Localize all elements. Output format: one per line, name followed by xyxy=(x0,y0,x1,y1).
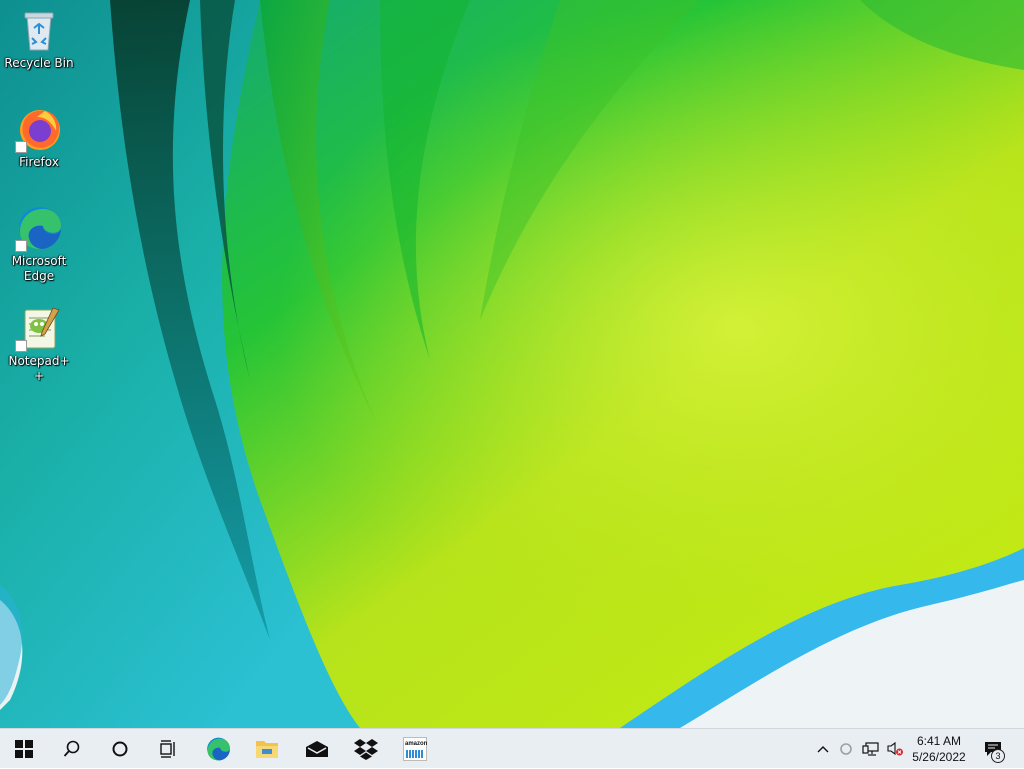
action-center-button[interactable] xyxy=(978,729,1008,769)
search-button[interactable] xyxy=(48,729,96,769)
folder-icon xyxy=(256,741,278,758)
desktop-icon-firefox[interactable]: Firefox xyxy=(4,105,74,170)
sync-circle-icon xyxy=(840,743,852,755)
recycle-bin-icon xyxy=(15,6,63,54)
show-hidden-icons-button[interactable] xyxy=(812,729,834,769)
taskbar-mail-button[interactable] xyxy=(293,729,341,769)
shortcut-arrow-icon xyxy=(15,141,27,153)
wallpaper xyxy=(0,0,1024,728)
search-icon xyxy=(63,740,80,757)
show-desktop-button[interactable] xyxy=(1014,729,1024,769)
taskbar-amazon-button[interactable]: amazon xyxy=(391,729,439,769)
edge-icon xyxy=(207,737,230,761)
network-icon xyxy=(862,742,879,756)
desktop-icon-microsoft-edge[interactable]: Microsoft Edge xyxy=(4,204,74,284)
taskbar-edge-button[interactable] xyxy=(194,729,242,769)
notification-count-badge: 3 xyxy=(991,749,1005,763)
firefox-icon xyxy=(15,105,63,153)
start-button[interactable] xyxy=(0,729,48,769)
desktop-icon-label: Notepad++ xyxy=(8,354,70,383)
amazon-icon: amazon xyxy=(403,737,427,761)
taskbar: amazon 6:41 AM 5/26/2022 xyxy=(0,728,1024,768)
desktop[interactable]: Recycle Bin Firefox Microsoft Edge Notep… xyxy=(0,0,1024,728)
windows-logo-icon xyxy=(15,740,33,758)
desktop-icon-notepad-plus-plus[interactable]: Notepad++ xyxy=(4,304,74,384)
chevron-up-icon xyxy=(817,746,829,753)
tray-sync-button[interactable] xyxy=(836,729,856,769)
desktop-icon-label: Recycle Bin xyxy=(4,56,74,70)
taskbar-dropbox-button[interactable] xyxy=(342,729,390,769)
cortana-circle-icon xyxy=(112,741,128,757)
dropbox-icon xyxy=(354,739,378,760)
desktop-icon-label: Firefox xyxy=(19,155,59,169)
shortcut-arrow-icon xyxy=(15,340,27,352)
tray-network-button[interactable] xyxy=(860,729,882,769)
task-view-button[interactable] xyxy=(144,729,192,769)
clock-time: 6:41 AM xyxy=(916,734,962,748)
clock-date: 5/26/2022 xyxy=(912,750,966,764)
tray-volume-button[interactable] xyxy=(884,729,906,769)
notepad-plus-plus-icon xyxy=(15,304,63,352)
desktop-icon-label: Microsoft Edge xyxy=(11,254,67,283)
amazon-icon-text: amazon xyxy=(405,741,428,747)
mail-icon xyxy=(306,741,328,757)
taskbar-file-explorer-button[interactable] xyxy=(243,729,291,769)
desktop-icon-recycle-bin[interactable]: Recycle Bin xyxy=(4,6,74,71)
volume-muted-icon xyxy=(887,741,903,756)
shortcut-arrow-icon xyxy=(15,240,27,252)
task-view-icon xyxy=(160,740,175,758)
clock[interactable]: 6:41 AM 5/26/2022 xyxy=(904,729,974,769)
edge-icon xyxy=(15,204,63,252)
cortana-button[interactable] xyxy=(96,729,144,769)
